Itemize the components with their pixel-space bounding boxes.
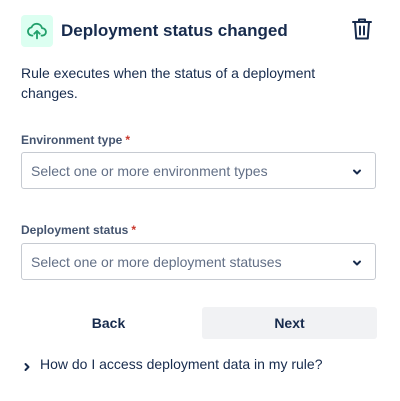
deployment-status-placeholder: Select one or more deployment statuses <box>31 254 282 270</box>
environment-type-select[interactable]: Select one or more environment types <box>21 152 376 189</box>
deployment-status-select[interactable]: Select one or more deployment statuses <box>21 243 376 280</box>
chevron-down-icon <box>351 256 363 268</box>
required-marker: * <box>131 223 137 237</box>
trash-icon[interactable] <box>351 17 373 46</box>
chevron-down-icon <box>351 165 363 177</box>
environment-type-label: Environment type * <box>21 133 130 147</box>
page-title: Deployment status changed <box>61 21 288 40</box>
deployment-status-label: Deployment status * <box>21 223 136 237</box>
cloud-upload-icon <box>21 15 53 47</box>
environment-type-label-text: Environment type <box>21 133 123 147</box>
trigger-header: Deployment status changed <box>21 15 379 49</box>
back-button[interactable]: Back <box>21 307 196 339</box>
delete-button[interactable] <box>349 17 375 45</box>
next-button[interactable]: Next <box>202 307 377 339</box>
help-expander[interactable]: How do I access deployment data in my ru… <box>22 354 322 374</box>
environment-type-placeholder: Select one or more environment types <box>31 163 268 179</box>
required-marker: * <box>125 133 131 147</box>
trigger-description: Rule executes when the status of a deplo… <box>21 65 316 101</box>
deployment-status-label-text: Deployment status <box>21 223 129 237</box>
help-link-text[interactable]: How do I access deployment data in my ru… <box>40 356 322 372</box>
chevron-right-icon[interactable] <box>22 359 32 371</box>
